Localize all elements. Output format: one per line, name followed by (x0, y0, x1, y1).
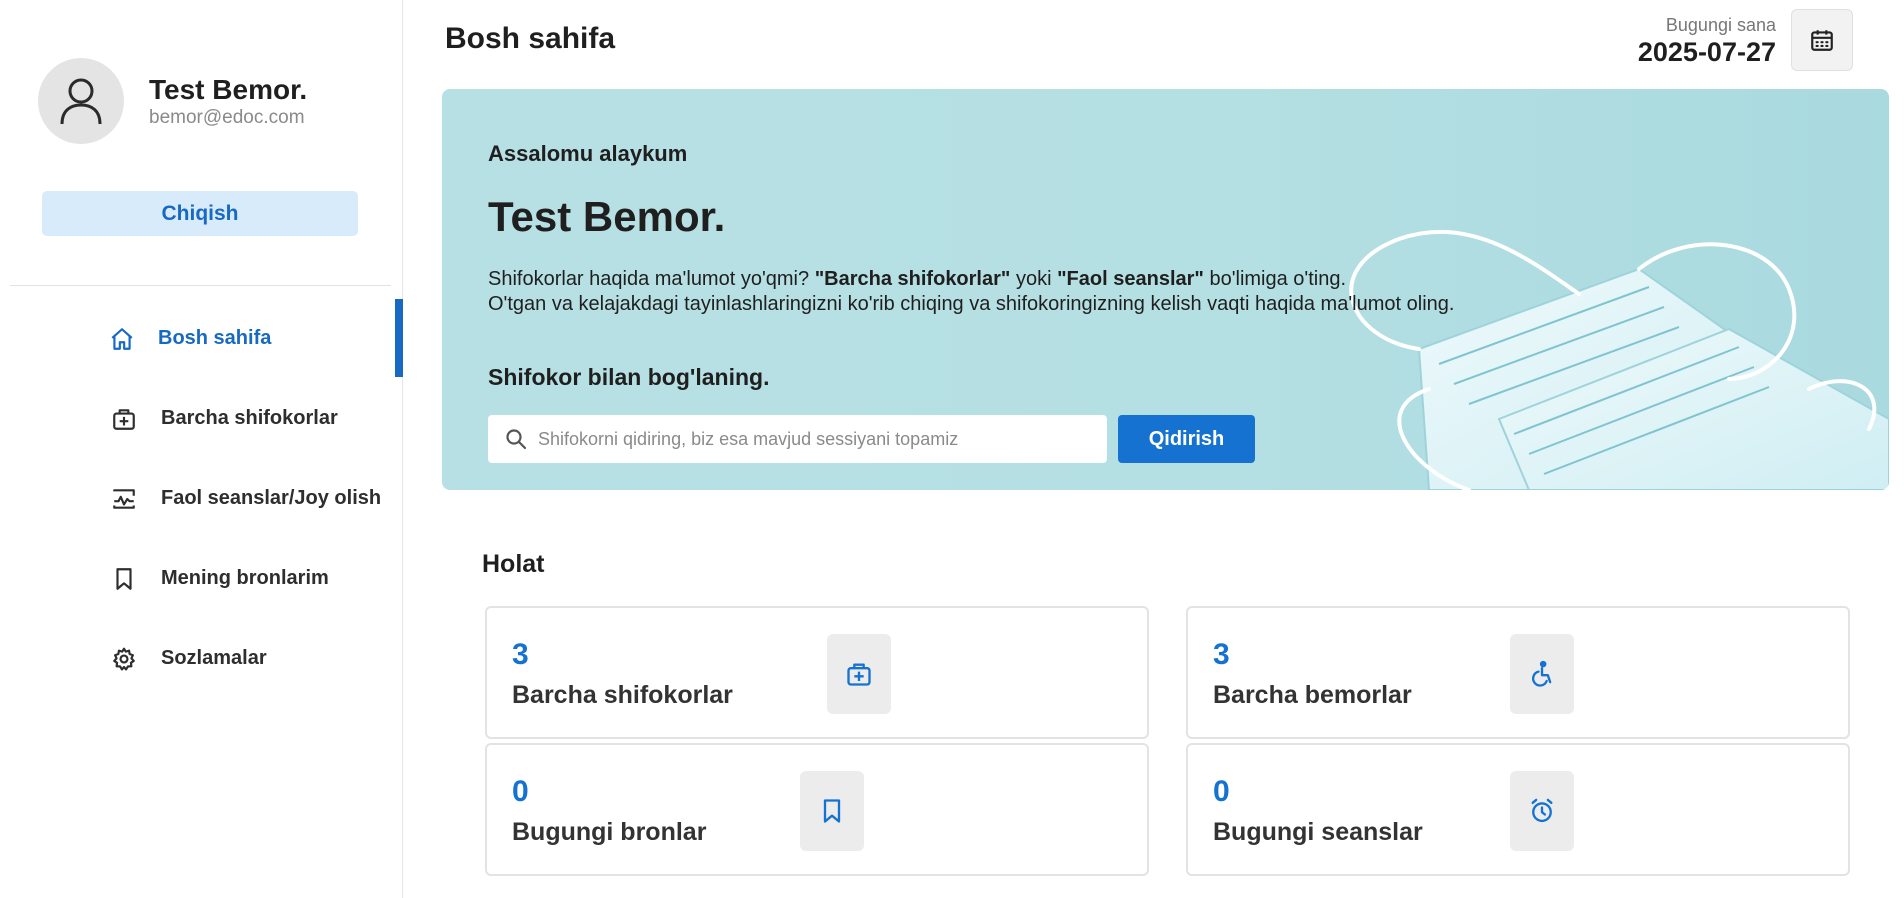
sidebar-item-label: Bosh sahifa (158, 326, 272, 349)
calendar-icon (1811, 30, 1833, 51)
active-indicator (395, 299, 403, 377)
stat-card-bookings[interactable]: 0 Bugungi bronlar (485, 743, 1149, 876)
banner-description: Shifokorlar haqida ma'lumot yo'qmi? "Bar… (488, 267, 1454, 317)
medical-bag-icon (847, 663, 871, 686)
date-label: Bugungi sana (1665, 15, 1776, 35)
profile: Test Bemor. bemor@edoc.com (38, 58, 307, 144)
sidebar-item-label: Sozlamalar (161, 646, 267, 669)
date-value: 2025-07-27 (1637, 37, 1776, 67)
profile-text: Test Bemor. bemor@edoc.com (149, 73, 307, 129)
sidebar-item-label: Barcha shifokorlar (161, 406, 338, 429)
page-title: Bosh sahifa (445, 22, 616, 55)
sidebar-item-bosh-sahifa[interactable]: Bosh sahifa (0, 299, 403, 377)
logout-button[interactable]: Chiqish (42, 191, 358, 236)
user-icon (60, 78, 102, 125)
sidebar-item-label: Mening bronlarim (161, 566, 329, 589)
banner-description-line-1: Shifokorlar haqida ma'lumot yo'qmi? "Bar… (488, 268, 1347, 290)
sidebar-item-mening-bronlarim[interactable]: Mening bronlarim (0, 539, 403, 617)
profile-name: Test Bemor. (149, 74, 308, 105)
stat-icon-box (800, 771, 864, 851)
calendar-button[interactable] (1791, 9, 1853, 71)
greeting: Assalomu alaykum (488, 141, 688, 166)
bookmark-icon (110, 565, 138, 593)
date-block: Bugungi sana 2025-07-27 (1638, 14, 1776, 68)
stat-card-doctors[interactable]: 3 Barcha shifokorlar (485, 606, 1149, 739)
sidebar: Test Bemor. bemor@edoc.com Chiqish Bosh … (0, 0, 403, 898)
avatar (38, 58, 124, 144)
stat-value: 0 (1213, 775, 1230, 808)
sidebar-item-label: Faol seanslar/Joy olish (161, 486, 382, 509)
stat-value: 0 (512, 775, 529, 808)
doctor-search-box (488, 415, 1107, 463)
sidebar-item-sozlamalar[interactable]: Sozlamalar (0, 619, 403, 697)
home-icon (108, 325, 136, 353)
stat-icon-box (1510, 634, 1574, 714)
alarm-clock-icon (1531, 798, 1553, 823)
stat-label: Barcha bemorlar (1213, 681, 1412, 709)
status-title: Holat (482, 550, 545, 578)
medical-bag-icon (110, 405, 138, 433)
welcome-banner: Assalomu alaykum Test Bemor. Shifokorlar… (442, 89, 1889, 490)
stat-value: 3 (1213, 638, 1230, 671)
banner-user-name: Test Bemor. (488, 193, 726, 240)
stat-label: Bugungi seanslar (1213, 818, 1423, 846)
stat-value: 3 (512, 638, 529, 671)
search-button[interactable]: Qidirish (1118, 415, 1255, 463)
stat-icon-box (1510, 771, 1574, 851)
stat-card-sessions[interactable]: 0 Bugungi seanslar (1186, 743, 1850, 876)
wheelchair-icon (1532, 660, 1552, 687)
sidebar-item-faol-seanslar[interactable]: Faol seanslar/Joy olish (0, 459, 403, 537)
banner-description-line-2: O'tgan va kelajakdagi tayinlashlaringizn… (488, 293, 1455, 315)
contact-title: Shifokor bilan bog'laning. (488, 364, 770, 390)
doctor-search-input[interactable] (538, 415, 1098, 463)
sidebar-divider (10, 285, 391, 286)
search-icon (506, 429, 527, 450)
stat-icon-box (827, 634, 891, 714)
sidebar-item-barcha-shifokorlar[interactable]: Barcha shifokorlar (0, 379, 403, 457)
stat-card-patients[interactable]: 3 Barcha bemorlar (1186, 606, 1850, 739)
stat-label: Bugungi bronlar (512, 818, 707, 846)
activity-icon (110, 485, 138, 513)
profile-email: bemor@edoc.com (149, 107, 305, 128)
gear-icon (110, 645, 138, 673)
bookmark-icon (823, 799, 841, 823)
stat-label: Barcha shifokorlar (512, 681, 733, 709)
